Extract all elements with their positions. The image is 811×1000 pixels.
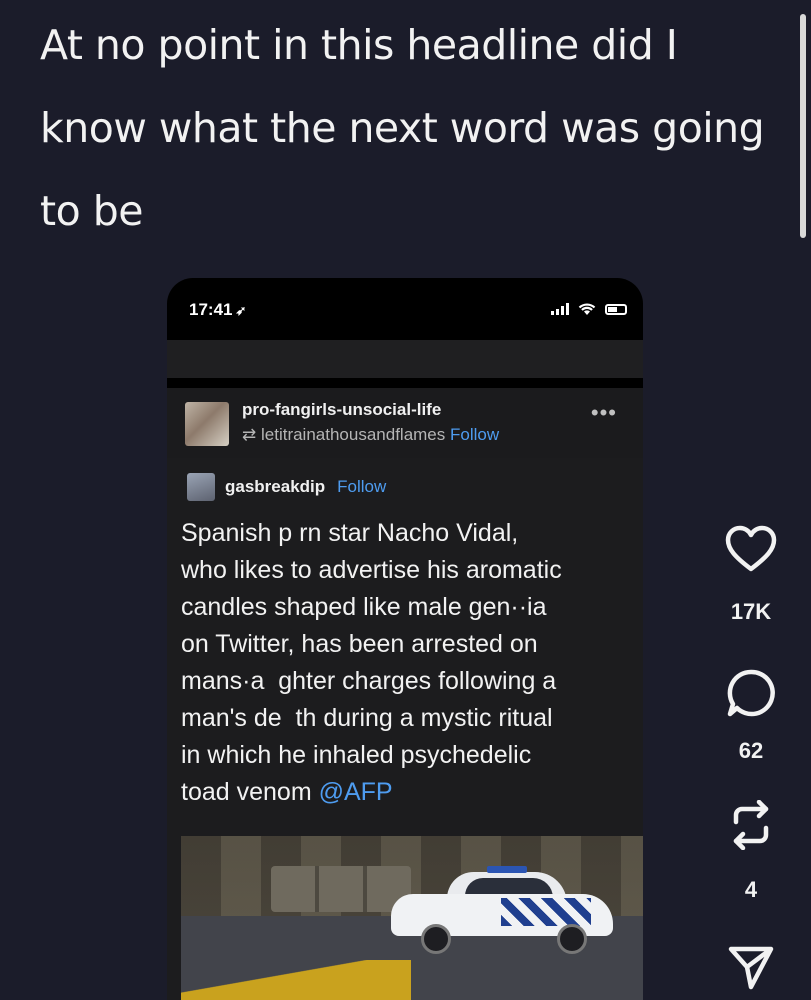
likes-count: 17K: [730, 599, 772, 624]
status-time: 17:41 ➶: [189, 300, 246, 320]
repost-button[interactable]: [706, 800, 796, 850]
comment-bubble-icon: [727, 669, 775, 717]
post-username[interactable]: pro-fangirls-unsocial-life: [242, 400, 441, 420]
divider: [167, 378, 643, 388]
location-arrow-icon: ➶: [235, 303, 247, 318]
op-follow-button[interactable]: Follow: [337, 477, 386, 497]
reblog-line: ⇄ letitrainathousandflames Follow: [242, 425, 499, 445]
reblog-icon: ⇄: [242, 425, 257, 444]
avatar[interactable]: [185, 402, 229, 446]
like-button[interactable]: [706, 525, 796, 573]
photo-road-marking: [181, 960, 411, 1000]
post-body-text: Spanish p rn star Nacho Vidal, who likes…: [181, 519, 562, 806]
heart-icon: [725, 525, 777, 572]
send-icon: [728, 946, 774, 990]
post-photo[interactable]: [181, 836, 643, 1000]
reblogged-from[interactable]: letitrainathousandflames: [261, 425, 445, 444]
follow-button[interactable]: Follow: [450, 425, 499, 444]
original-poster-row: gasbreakdip Follow: [187, 472, 386, 502]
status-icons: [551, 302, 627, 316]
share-button[interactable]: [706, 945, 796, 991]
phone-status-bar: 17:41 ➶: [167, 278, 643, 340]
comment-button[interactable]: [706, 668, 796, 718]
post-body: Spanish p rn star Nacho Vidal, who likes…: [181, 515, 641, 811]
more-dots-icon[interactable]: •••: [591, 400, 617, 426]
app-nav-bar: [167, 340, 643, 378]
op-username[interactable]: gasbreakdip: [225, 477, 325, 497]
op-avatar[interactable]: [187, 473, 215, 501]
cellular-signal-icon: [551, 303, 569, 315]
repost-icon: [733, 800, 769, 850]
photo-police-car: [391, 866, 613, 954]
status-time-label: 17:41: [189, 300, 233, 319]
photo-bins: [271, 866, 411, 912]
embedded-screenshot: 17:41 ➶ pro-fangirls-unsocial-life ⇄ let…: [167, 278, 643, 1000]
post-header: pro-fangirls-unsocial-life ⇄ letitrainat…: [167, 388, 643, 458]
mention-link[interactable]: @AFP: [319, 778, 393, 806]
battery-icon: [605, 303, 627, 315]
comments-count: 62: [738, 738, 764, 763]
post-view: At no point in this headline did I know …: [0, 0, 811, 1000]
reposts-count: 4: [744, 877, 758, 902]
headline-text: At no point in this headline did I know …: [40, 21, 765, 235]
wifi-icon: [578, 303, 596, 315]
scrollbar[interactable]: [800, 14, 806, 238]
